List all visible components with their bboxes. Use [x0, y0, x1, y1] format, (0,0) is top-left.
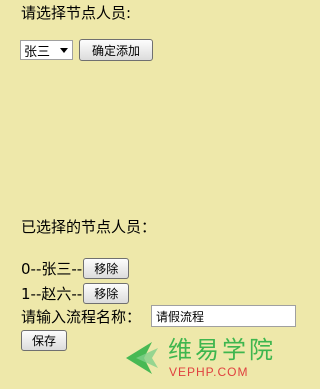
flow-name-input[interactable]: 请假流程	[151, 305, 296, 327]
save-button[interactable]: 保存	[21, 330, 67, 351]
flow-name-value: 请假流程	[156, 309, 205, 324]
selected-person-row: 0--张三-- 移除	[21, 258, 130, 279]
watermark-logo-icon	[126, 342, 158, 374]
selected-person-text: 1--赵六--	[21, 284, 83, 303]
selected-persons-label: 已选择的节点人员：	[21, 218, 157, 236]
selected-person-row: 1--赵六-- 移除	[21, 283, 130, 304]
select-person-label: 请选择节点人员:	[21, 4, 132, 22]
confirm-add-button[interactable]: 确定添加	[79, 39, 153, 61]
chevron-down-icon[interactable]	[60, 47, 68, 53]
selected-person-text: 0--张三--	[21, 259, 83, 278]
watermark: 维易学院 VEPHP.COM	[122, 336, 302, 382]
remove-button[interactable]: 移除	[83, 283, 130, 304]
person-select[interactable]: 张三	[20, 40, 73, 60]
person-select-value: 张三	[24, 44, 51, 60]
remove-button[interactable]: 移除	[83, 258, 130, 279]
flow-name-label: 请输入流程名称：	[21, 308, 142, 326]
watermark-en-text: VEPHP.COM	[169, 365, 249, 379]
watermark-cn-text: 维易学院	[168, 336, 276, 364]
